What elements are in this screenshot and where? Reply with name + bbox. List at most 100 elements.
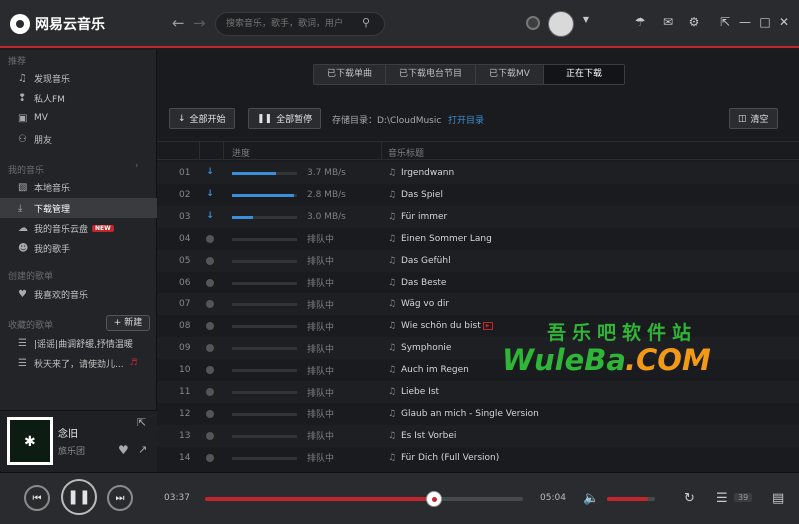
music-note-icon: ♫ xyxy=(388,277,397,288)
music-note-icon: ♫ xyxy=(388,211,397,222)
row-title[interactable]: Liebe Ist xyxy=(401,387,439,397)
repeat-icon[interactable]: ↻ xyxy=(684,491,695,506)
sidebar-item-cloud[interactable]: ☁ 我的音乐云盘 NEW xyxy=(0,218,157,238)
share-icon[interactable]: ↗ xyxy=(138,443,147,456)
song-title: Für immer xyxy=(401,211,448,222)
top-bar: 网易云音乐 ← → ⚲ ▼ ☂ ✉ ⚙ ⇱ — □ ✕ xyxy=(0,0,799,48)
sidebar-item-discover[interactable]: ♫ 发现音乐 xyxy=(0,68,157,88)
row-title[interactable]: Einen Sommer Lang xyxy=(401,234,492,244)
sidebar-item-fm[interactable]: ❢ 私人FM xyxy=(0,88,157,108)
row-title[interactable]: Irgendwann xyxy=(401,168,454,178)
table-row[interactable]: 13 排队中 ♫ Es Ist Vorbei xyxy=(157,424,799,447)
table-row[interactable]: 06 排队中 ♫ Das Beste xyxy=(157,272,799,294)
row-title[interactable]: Für immer xyxy=(401,212,447,222)
settings-icon[interactable]: ⚙ xyxy=(686,15,702,29)
sidebar-item-liked[interactable]: ♥ 我喜欢的音乐 xyxy=(0,284,157,304)
pause-all-button[interactable]: ❚❚ 全部暂停 xyxy=(248,108,322,129)
maximize-icon[interactable]: □ xyxy=(757,15,773,29)
clear-button[interactable]: ◫ 清空 xyxy=(729,108,778,129)
sidebar-item-friends[interactable]: ⚇ 朋友 xyxy=(0,129,157,149)
volume-slider[interactable] xyxy=(607,497,655,501)
open-dir-link[interactable]: 打开目录 xyxy=(448,113,484,126)
mail-icon[interactable]: ✉ xyxy=(660,15,676,29)
sidebar-item-local[interactable]: ▧ 本地音乐 xyxy=(0,177,157,197)
forward-arrow-icon[interactable]: → xyxy=(193,14,206,32)
expand-icon[interactable]: ⇱ xyxy=(137,416,146,429)
user-menu-arrow-icon[interactable]: ▼ xyxy=(578,15,594,24)
tv-icon: ▣ xyxy=(18,112,28,124)
row-number: 01 xyxy=(179,168,191,178)
mv-icon[interactable]: ▶ xyxy=(482,321,493,330)
table-row[interactable]: 01 ↓ 3.7 MB/s ♫ Irgendwann xyxy=(157,162,799,184)
new-playlist-button[interactable]: + 新建 xyxy=(106,315,150,331)
netease-logo-icon xyxy=(10,14,30,34)
play-pause-button[interactable]: ❚❚ xyxy=(61,479,97,515)
header-progress[interactable]: 进度 xyxy=(232,146,250,159)
section-created: 创建的歌单 xyxy=(8,272,54,282)
table-row[interactable]: 02 ↓ 2.8 MB/s ♫ Das Spiel xyxy=(157,184,799,206)
next-button[interactable]: ⏭ xyxy=(107,485,133,511)
sidebar-item-label: 我的歌手 xyxy=(34,244,71,255)
table-row[interactable]: 03 ↓ 3.0 MB/s ♫ Für immer xyxy=(157,205,799,228)
table-row[interactable]: 04 排队中 ♫ Einen Sommer Lang xyxy=(157,228,799,250)
section-collected: 收藏的歌单 xyxy=(8,321,54,331)
mini-mode-icon[interactable] xyxy=(526,16,540,30)
download-icon: ⤓ xyxy=(18,202,23,214)
sidebar-item-playlist[interactable]: ☰ |谣谣|曲调舒缓,抒情温暖 xyxy=(0,333,157,353)
playlist-icon: ☰ xyxy=(18,357,27,369)
sidebar-item-artists[interactable]: ☻ 我的歌手 xyxy=(0,238,157,258)
search-input[interactable] xyxy=(215,12,385,36)
row-title[interactable]: Für Dich (Full Version) xyxy=(401,453,499,463)
row-title[interactable]: Symphonie xyxy=(401,343,451,353)
table-row[interactable]: 07 排队中 ♫ Wäg vo dir xyxy=(157,293,799,316)
table-row[interactable]: 05 排队中 ♫ Das Gefühl xyxy=(157,249,799,272)
sidebar-item-playlist[interactable]: ☰ 秋天来了，请使劲儿... ♬ xyxy=(0,353,157,373)
row-title[interactable]: Wäg vo dir xyxy=(401,299,449,309)
album-cover[interactable]: ✱ xyxy=(7,417,53,465)
progress-knob[interactable] xyxy=(425,491,442,507)
now-playing-song[interactable]: 念旧 xyxy=(58,425,78,440)
row-title[interactable]: Das Beste xyxy=(401,278,446,288)
mini-player-icon[interactable]: ⇱ xyxy=(717,15,733,29)
row-title[interactable]: Wie schön du bist ▶ xyxy=(401,321,493,331)
now-playing-artist[interactable]: 旅乐团 xyxy=(58,444,85,457)
table-row[interactable]: 12 排队中 ♫ Glaub an mich - Single Version xyxy=(157,403,799,425)
playlist-icon[interactable]: ☰ xyxy=(716,491,728,506)
sidebar-item-mv[interactable]: ▣ MV xyxy=(0,108,157,128)
table-row[interactable]: 11 排队中 ♫ Liebe Ist xyxy=(157,381,799,403)
waiting-icon xyxy=(206,366,214,375)
download-icon: ↓ xyxy=(178,113,186,124)
row-title[interactable]: Das Gefühl xyxy=(401,256,451,266)
music-note-icon: ♫ xyxy=(388,387,397,397)
row-title[interactable]: Glaub an mich - Single Version xyxy=(401,409,539,419)
minimize-icon[interactable]: — xyxy=(737,15,753,29)
search-icon[interactable]: ⚲ xyxy=(362,16,370,29)
row-title[interactable]: Das Spiel xyxy=(401,190,443,200)
volume-icon[interactable]: 🔈 xyxy=(583,491,599,506)
chevron-right-icon[interactable]: › xyxy=(135,161,139,171)
tab-downloaded-mv[interactable]: 已下载MV xyxy=(476,65,544,84)
skin-icon[interactable]: ☂ xyxy=(632,15,648,29)
waiting-icon xyxy=(206,388,214,396)
row-title[interactable]: Auch im Regen xyxy=(401,365,469,375)
tab-downloaded-radio[interactable]: 已下载电台节目 xyxy=(386,65,477,84)
progress-slider[interactable] xyxy=(205,491,523,507)
back-arrow-icon[interactable]: ← xyxy=(172,14,185,32)
progress-bar xyxy=(232,303,297,307)
table-row[interactable]: 14 排队中 ♫ Für Dich (Full Version) xyxy=(157,447,799,469)
table-row[interactable]: 08 排队中 ♫ Wie schön du bist ▶ xyxy=(157,315,799,337)
lyrics-icon[interactable]: ▤ xyxy=(772,491,784,506)
user-avatar[interactable] xyxy=(548,11,574,37)
sidebar-item-downloads[interactable]: ⤓ 下载管理 xyxy=(0,198,157,218)
start-all-button[interactable]: ↓ 全部开始 xyxy=(169,108,235,129)
watermark-en-b: .COM xyxy=(625,343,711,377)
tab-downloading[interactable]: 正在下载 xyxy=(543,65,624,84)
prev-button[interactable]: ⏮ xyxy=(24,485,50,511)
volume-fill xyxy=(607,497,648,501)
close-icon[interactable]: ✕ xyxy=(776,15,792,29)
tab-downloaded-songs[interactable]: 已下载单曲 xyxy=(314,65,387,84)
app-logo[interactable]: 网易云音乐 xyxy=(10,14,105,34)
header-title[interactable]: 音乐标题 xyxy=(388,146,424,159)
like-heart-icon[interactable]: ♥ xyxy=(118,443,129,457)
row-title[interactable]: Es Ist Vorbei xyxy=(401,431,456,441)
